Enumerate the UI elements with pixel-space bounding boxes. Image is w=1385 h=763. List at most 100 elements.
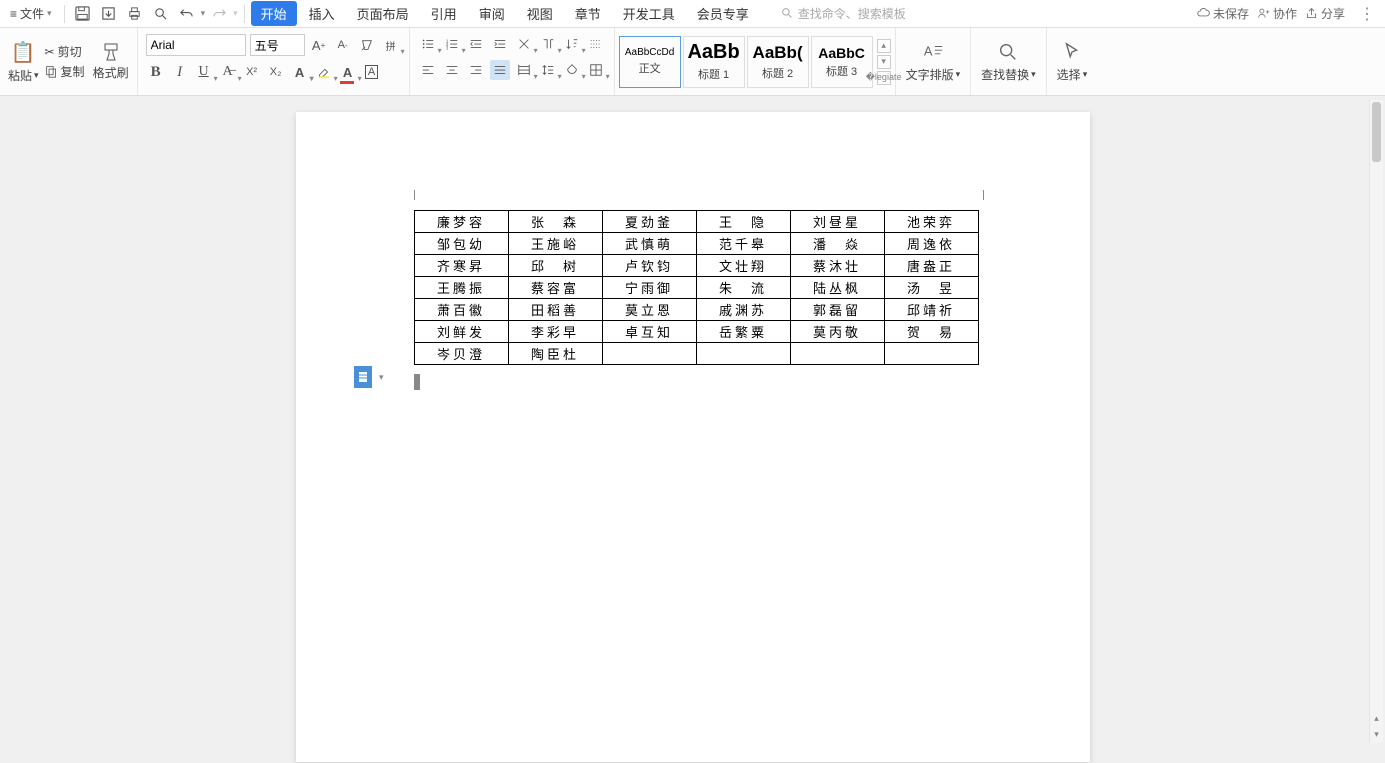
align-justify-button[interactable] [490, 60, 510, 80]
copy-button[interactable]: 复制 [45, 63, 85, 80]
table-cell[interactable]: 邹包幼 [414, 233, 508, 255]
strikethrough-button[interactable]: A̶ [218, 62, 238, 82]
increase-font-icon[interactable]: A+ [309, 35, 329, 55]
style-scroll-down[interactable]: ▾ [877, 55, 891, 69]
table-cell[interactable]: 蔡沐壮 [790, 255, 884, 277]
table-cell[interactable]: 李彩早 [508, 321, 602, 343]
undo-icon[interactable] [178, 5, 196, 23]
shading-button[interactable] [562, 60, 582, 80]
search-box[interactable]: 查找命令、搜索模板 [781, 5, 906, 22]
table-cell[interactable]: 邱 树 [508, 255, 602, 277]
table-cell[interactable]: 陆丛枫 [790, 277, 884, 299]
bullets-button[interactable] [418, 34, 438, 54]
table-cell[interactable]: 朱 流 [696, 277, 790, 299]
table-cell[interactable]: 莫丙敬 [790, 321, 884, 343]
tab-devtools[interactable]: 开发工具 [613, 0, 685, 27]
tab-member[interactable]: 会员专享 [687, 0, 759, 27]
increase-indent-button[interactable] [490, 34, 510, 54]
sort-button[interactable] [562, 34, 582, 54]
line-spacing-button[interactable] [538, 60, 558, 80]
char-border-button[interactable]: A [362, 62, 382, 82]
superscript-button[interactable]: X² [242, 62, 262, 82]
underline-button[interactable]: U [194, 62, 214, 82]
table-cell[interactable]: 池荣弈 [884, 211, 978, 233]
table-cell[interactable] [884, 343, 978, 365]
select-button[interactable]: 选择▾ [1047, 28, 1098, 95]
borders-button[interactable] [586, 60, 606, 80]
table-cell[interactable] [696, 343, 790, 365]
table-cell[interactable]: 郭磊留 [790, 299, 884, 321]
table-cell[interactable]: 陶臣杜 [508, 343, 602, 365]
clear-format-icon[interactable] [357, 35, 377, 55]
document-workspace[interactable]: 廉梦容张 森夏劲釜王 隐刘昼星池荣弈邹包幼王施峪武慎萌范千皋潘 焱周逸依齐寒昇邱… [0, 96, 1385, 763]
numbering-button[interactable]: 123 [442, 34, 462, 54]
unsaved-status[interactable]: 未保存 [1197, 5, 1249, 22]
export-icon[interactable] [100, 5, 118, 23]
redo-dropdown[interactable]: ▾ [233, 8, 238, 19]
table-cell[interactable]: 卓互知 [602, 321, 696, 343]
table-cell[interactable]: 汤 昱 [884, 277, 978, 299]
scroll-up-button[interactable]: ▴ [1372, 711, 1381, 725]
table-cell[interactable]: 刘昼星 [790, 211, 884, 233]
align-left-button[interactable] [418, 60, 438, 80]
cut-button[interactable]: ✂剪切 [45, 43, 85, 60]
style-heading3[interactable]: AaBbC 标题 3 [811, 36, 873, 88]
table-cell[interactable]: 齐寒昇 [414, 255, 508, 277]
vertical-scrollbar[interactable]: ▴ ▾ [1369, 100, 1383, 743]
table-cell[interactable]: 莫立恩 [602, 299, 696, 321]
table-cell[interactable]: 范千皋 [696, 233, 790, 255]
bold-button[interactable]: B [146, 62, 166, 82]
table-cell[interactable]: 周逸依 [884, 233, 978, 255]
more-menu[interactable]: ⋮ [1353, 4, 1381, 24]
table-cell[interactable]: 岳繁粟 [696, 321, 790, 343]
font-color-button[interactable]: A [338, 62, 358, 82]
tab-home[interactable]: 开始 [251, 1, 297, 26]
name-table[interactable]: 廉梦容张 森夏劲釜王 隐刘昼星池荣弈邹包幼王施峪武慎萌范千皋潘 焱周逸依齐寒昇邱… [414, 210, 979, 365]
table-cell[interactable]: 王 隐 [696, 211, 790, 233]
page-indicator-icon[interactable] [354, 366, 372, 388]
table-cell[interactable]: 蔡容富 [508, 277, 602, 299]
asian-layout-button[interactable] [514, 34, 534, 54]
scrollbar-thumb[interactable] [1372, 102, 1381, 162]
style-scroll-up[interactable]: ▴ [877, 39, 891, 53]
font-size-select[interactable] [250, 34, 305, 56]
tab-review[interactable]: 审阅 [469, 0, 515, 27]
font-name-select[interactable] [146, 34, 246, 56]
table-cell[interactable]: 邱靖祈 [884, 299, 978, 321]
file-menu[interactable]: ≡ 文件 ▾ [4, 1, 58, 26]
table-cell[interactable]: 唐盎正 [884, 255, 978, 277]
table-cell[interactable]: 廉梦容 [414, 211, 508, 233]
table-cell[interactable] [602, 343, 696, 365]
preview-icon[interactable] [152, 5, 170, 23]
table-cell[interactable]: 宁雨御 [602, 277, 696, 299]
tab-reference[interactable]: 引用 [421, 0, 467, 27]
undo-dropdown[interactable]: ▾ [201, 8, 206, 19]
table-cell[interactable] [790, 343, 884, 365]
share-button[interactable]: 分享 [1305, 5, 1345, 22]
style-scroll-more[interactable]: �legiate [877, 71, 891, 85]
subscript-button[interactable]: X₂ [266, 62, 286, 82]
text-effect-button[interactable]: A [290, 62, 310, 82]
distribute-button[interactable] [514, 60, 534, 80]
table-cell[interactable]: 戚渊苏 [696, 299, 790, 321]
table-cell[interactable]: 岑贝澄 [414, 343, 508, 365]
scroll-down-button[interactable]: ▾ [1372, 727, 1381, 741]
align-right-button[interactable] [466, 60, 486, 80]
text-layout-button[interactable]: A 文字排版▾ [896, 28, 972, 95]
table-cell[interactable]: 卢钦钧 [602, 255, 696, 277]
decrease-indent-button[interactable] [466, 34, 486, 54]
text-direction-button[interactable] [538, 34, 558, 54]
redo-icon[interactable] [210, 5, 228, 23]
find-replace-button[interactable]: 查找替换▾ [971, 28, 1047, 95]
style-heading2[interactable]: AaBb( 标题 2 [747, 36, 809, 88]
table-cell[interactable]: 贺 易 [884, 321, 978, 343]
table-cell[interactable]: 文壮翔 [696, 255, 790, 277]
show-marks-button[interactable] [586, 34, 606, 54]
table-cell[interactable]: 刘鲜发 [414, 321, 508, 343]
tab-pagelayout[interactable]: 页面布局 [347, 0, 419, 27]
save-icon[interactable] [74, 5, 92, 23]
paste-button[interactable]: 📋 粘贴▾ [8, 40, 39, 84]
highlight-button[interactable] [314, 62, 334, 82]
phonetic-icon[interactable]: 拼 [381, 35, 401, 55]
align-center-button[interactable] [442, 60, 462, 80]
